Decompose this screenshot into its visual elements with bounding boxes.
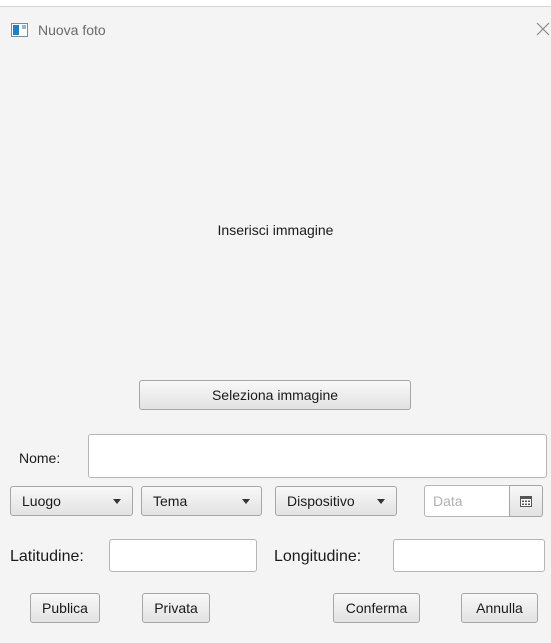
- new-photo-dialog: Nuova foto Inserisci immagine Seleziona …: [0, 6, 551, 643]
- window-app-icon: [11, 23, 28, 37]
- chevron-down-icon: [377, 499, 385, 504]
- date-picker-button[interactable]: [509, 485, 543, 517]
- device-combo[interactable]: Dispositivo: [275, 486, 397, 516]
- window-title: Nuova foto: [38, 22, 106, 38]
- latitude-input[interactable]: [109, 539, 257, 572]
- chevron-down-icon: [113, 499, 121, 504]
- name-label: Nome:: [19, 450, 61, 466]
- confirm-button[interactable]: Conferma: [333, 593, 420, 623]
- close-icon[interactable]: [536, 21, 550, 36]
- title-bar: Nuova foto: [0, 7, 551, 49]
- cancel-button[interactable]: Annulla: [461, 593, 538, 623]
- image-placeholder-text: Inserisci immagine: [217, 222, 334, 238]
- name-input[interactable]: [88, 434, 547, 478]
- longitude-label: Longitudine:: [274, 548, 362, 565]
- chevron-down-icon: [242, 499, 250, 504]
- publish-button[interactable]: Publica: [30, 593, 100, 623]
- calendar-icon: [520, 495, 532, 507]
- place-combo-label: Luogo: [22, 493, 61, 509]
- date-input[interactable]: [424, 485, 510, 517]
- latitude-label: Latitudine:: [10, 548, 84, 565]
- theme-combo[interactable]: Tema: [141, 486, 262, 516]
- device-combo-label: Dispositivo: [287, 493, 355, 509]
- theme-combo-label: Tema: [153, 493, 188, 509]
- place-combo[interactable]: Luogo: [10, 486, 133, 516]
- private-button[interactable]: Privata: [142, 593, 210, 623]
- select-image-button[interactable]: Seleziona immagine: [139, 380, 411, 410]
- longitude-input[interactable]: [393, 539, 545, 572]
